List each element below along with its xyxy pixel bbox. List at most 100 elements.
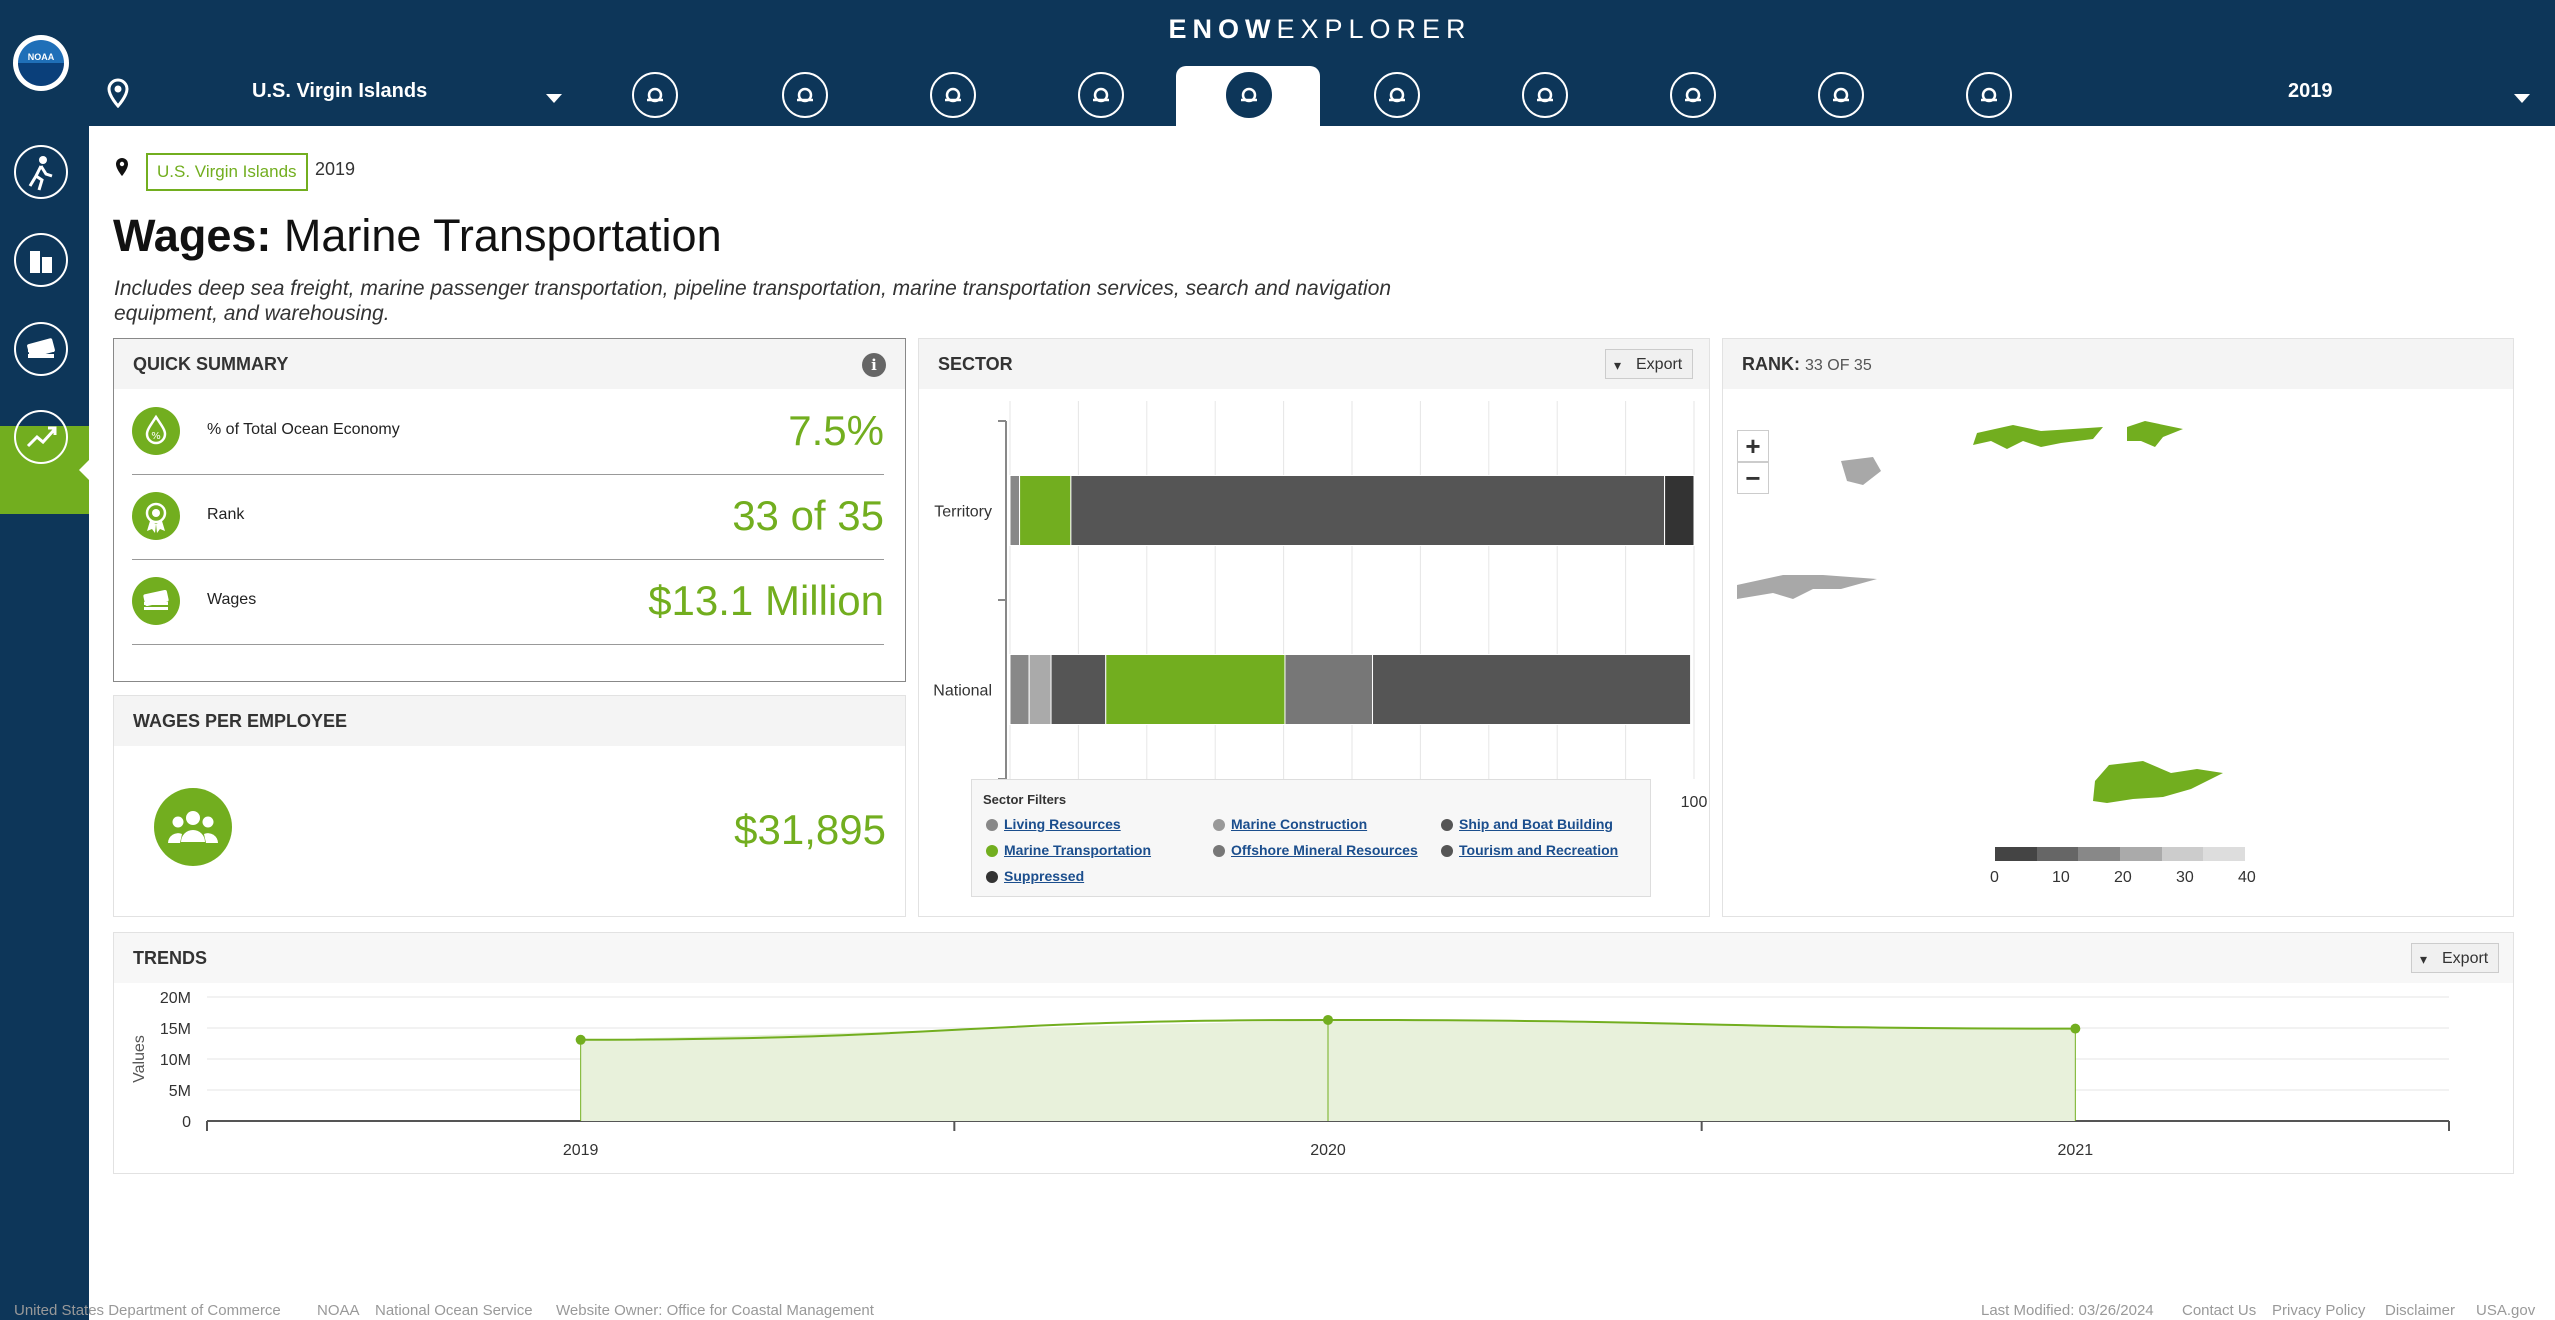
y-axis-label: Values [131,1035,148,1083]
legend-dot [986,845,998,857]
rank-panel: RANK: 33 OF 35 + − 0 10 20 30 40 [1722,338,2514,917]
capitol-icon[interactable] [1966,72,2012,118]
footer-link[interactable]: Privacy Policy [2272,1302,2365,1319]
footer-link[interactable]: Disclaimer [2385,1302,2455,1319]
page-title: Wages: Marine Transportation [113,210,722,261]
bar-segment[interactable] [1664,475,1695,546]
legend-dot [986,819,998,831]
footer-link[interactable]: United States Department of Commerce [14,1302,281,1319]
summary-value: 33 of 35 [732,492,884,539]
legend-filter-item[interactable]: Tourism and Recreation [1441,842,1618,858]
footer-link[interactable]: Website Owner: Office for Coastal Manage… [556,1302,874,1319]
year-selector[interactable]: 2019 [2288,80,2333,103]
legend-dot [1213,845,1225,857]
scale-label: 40 [2238,869,2256,886]
footer-link[interactable]: NOAA [317,1302,360,1319]
bar-segment[interactable] [1372,654,1692,725]
summary-row-rank: Rank 33 of 35 [132,474,884,560]
legend-label: Living Resources [1004,816,1121,832]
bar-segment[interactable] [1050,654,1107,725]
legend-label: Marine Construction [1231,816,1368,832]
legend-title: Sector Filters [983,792,1067,807]
fish-icon[interactable] [782,72,828,118]
bar-segment[interactable] [1009,475,1021,546]
summary-row-ocean-share: % % of Total Ocean Economy 7.5% [132,389,884,475]
app-title: ENOWEXPLORER [1168,14,1472,44]
location-pin-icon [107,78,129,108]
wave-icon[interactable] [632,72,678,118]
category-label: Territory [934,504,992,521]
trend-icon[interactable] [14,410,68,464]
sector-export-button[interactable]: Export [1605,349,1694,380]
ship-icon[interactable] [1226,72,1272,118]
summary-value: 7.5% [788,407,884,454]
footer-link[interactable]: National Ocean Service [375,1302,533,1319]
legend-dot [1213,819,1225,831]
scale-label: 0 [1990,869,1999,886]
noaa-logo[interactable]: NOAA [13,35,69,91]
summary-value: $13.1 Million [648,577,884,624]
top-bar: ENOWEXPLORER NOAA U.S. Virgin Islands 20… [0,0,2555,126]
bar-segment[interactable] [1028,654,1052,725]
legend-filter-item[interactable]: Ship and Boat Building [1441,816,1613,832]
bar-segment[interactable] [1070,475,1666,546]
money-icon[interactable] [14,322,68,376]
rank-color-scale [1995,847,2246,861]
graduation-cap-icon[interactable] [1818,72,1864,118]
sector-chart: 0102030405060708090100TerritoryNational [933,401,1708,811]
x-tick-label: 2020 [1310,1142,1346,1159]
summary-label: % of Total Ocean Economy [207,421,400,438]
x-tick-label: 100 [1681,794,1708,811]
legend-filter-item[interactable]: Suppressed [986,868,1084,884]
x-tick-label: 2021 [2058,1142,2094,1159]
summary-row-wages: Wages $13.1 Million [132,559,884,645]
location-dropdown-icon[interactable] [546,94,562,103]
sailboat-icon[interactable] [1522,72,1568,118]
summary-label: Rank [207,506,245,523]
rank-title: RANK: 33 OF 35 [1723,339,2513,389]
bar-segment[interactable] [1009,654,1030,725]
category-label: National [933,683,992,700]
legend-label: Suppressed [1004,868,1085,884]
bar-segment[interactable] [1284,654,1374,725]
footer-link[interactable]: Contact Us [2182,1302,2256,1319]
legend-dot [986,871,998,883]
summary-label: Wages [207,591,257,608]
legend-dot [1441,819,1453,831]
breadcrumb-year: 2019 [315,159,356,179]
legend-filter-item[interactable]: Living Resources [986,816,1121,832]
money-stack-icon [132,577,180,625]
legend-filter-item[interactable]: Marine Construction [1213,816,1367,832]
bell-icon[interactable] [1078,72,1124,118]
sector-panel: SECTOR Export 0102030405060708090100Terr… [918,338,1710,917]
trends-panel: TRENDS Export 0 5M 10M 15M 20M 2019 2020 2021 Va… [113,932,2514,1174]
bar-segment[interactable] [1105,654,1286,725]
territory-map[interactable] [1723,389,2515,809]
legend-label: Ship and Boat Building [1459,816,1613,832]
breadcrumb-pin-icon [116,158,128,176]
trends-title: TRENDS [114,933,2513,983]
offshore-rig-icon[interactable] [1374,72,1420,118]
y-tick-label: 20M [160,990,191,1007]
legend-filter-item[interactable]: Offshore Mineral Resources [1213,842,1418,858]
sector-legend: Sector Filters Living Resources Marine Co… [971,779,1651,897]
trends-export-button[interactable]: Export [2411,943,2500,974]
location-selector[interactable]: U.S. Virgin Islands [252,80,427,103]
legend-filter-item[interactable]: Marine Transportation [986,842,1151,858]
buildings-icon[interactable] [14,233,68,287]
lighthouse-icon[interactable] [1670,72,1716,118]
bar-segment[interactable] [1019,475,1072,546]
footer-link[interactable]: USA.gov [2476,1302,2535,1319]
trends-chart: 0 5M 10M 15M 20M 2019 2020 2021 Values [131,990,2450,1159]
wages-per-employee-panel: WAGES PER EMPLOYEE $31,895 [113,695,906,917]
hiker-icon[interactable] [14,145,68,199]
year-dropdown-icon[interactable] [2514,94,2530,103]
sector-title: SECTOR [919,339,1709,389]
location-chip[interactable]: U.S. Virgin Islands [146,153,308,191]
side-nav [0,126,89,1320]
group-icon [154,788,232,866]
ribbon-icon [132,492,180,540]
anchor-icon[interactable] [930,72,976,118]
info-icon[interactable]: i [862,353,886,377]
legend-label: Offshore Mineral Resources [1231,842,1418,858]
